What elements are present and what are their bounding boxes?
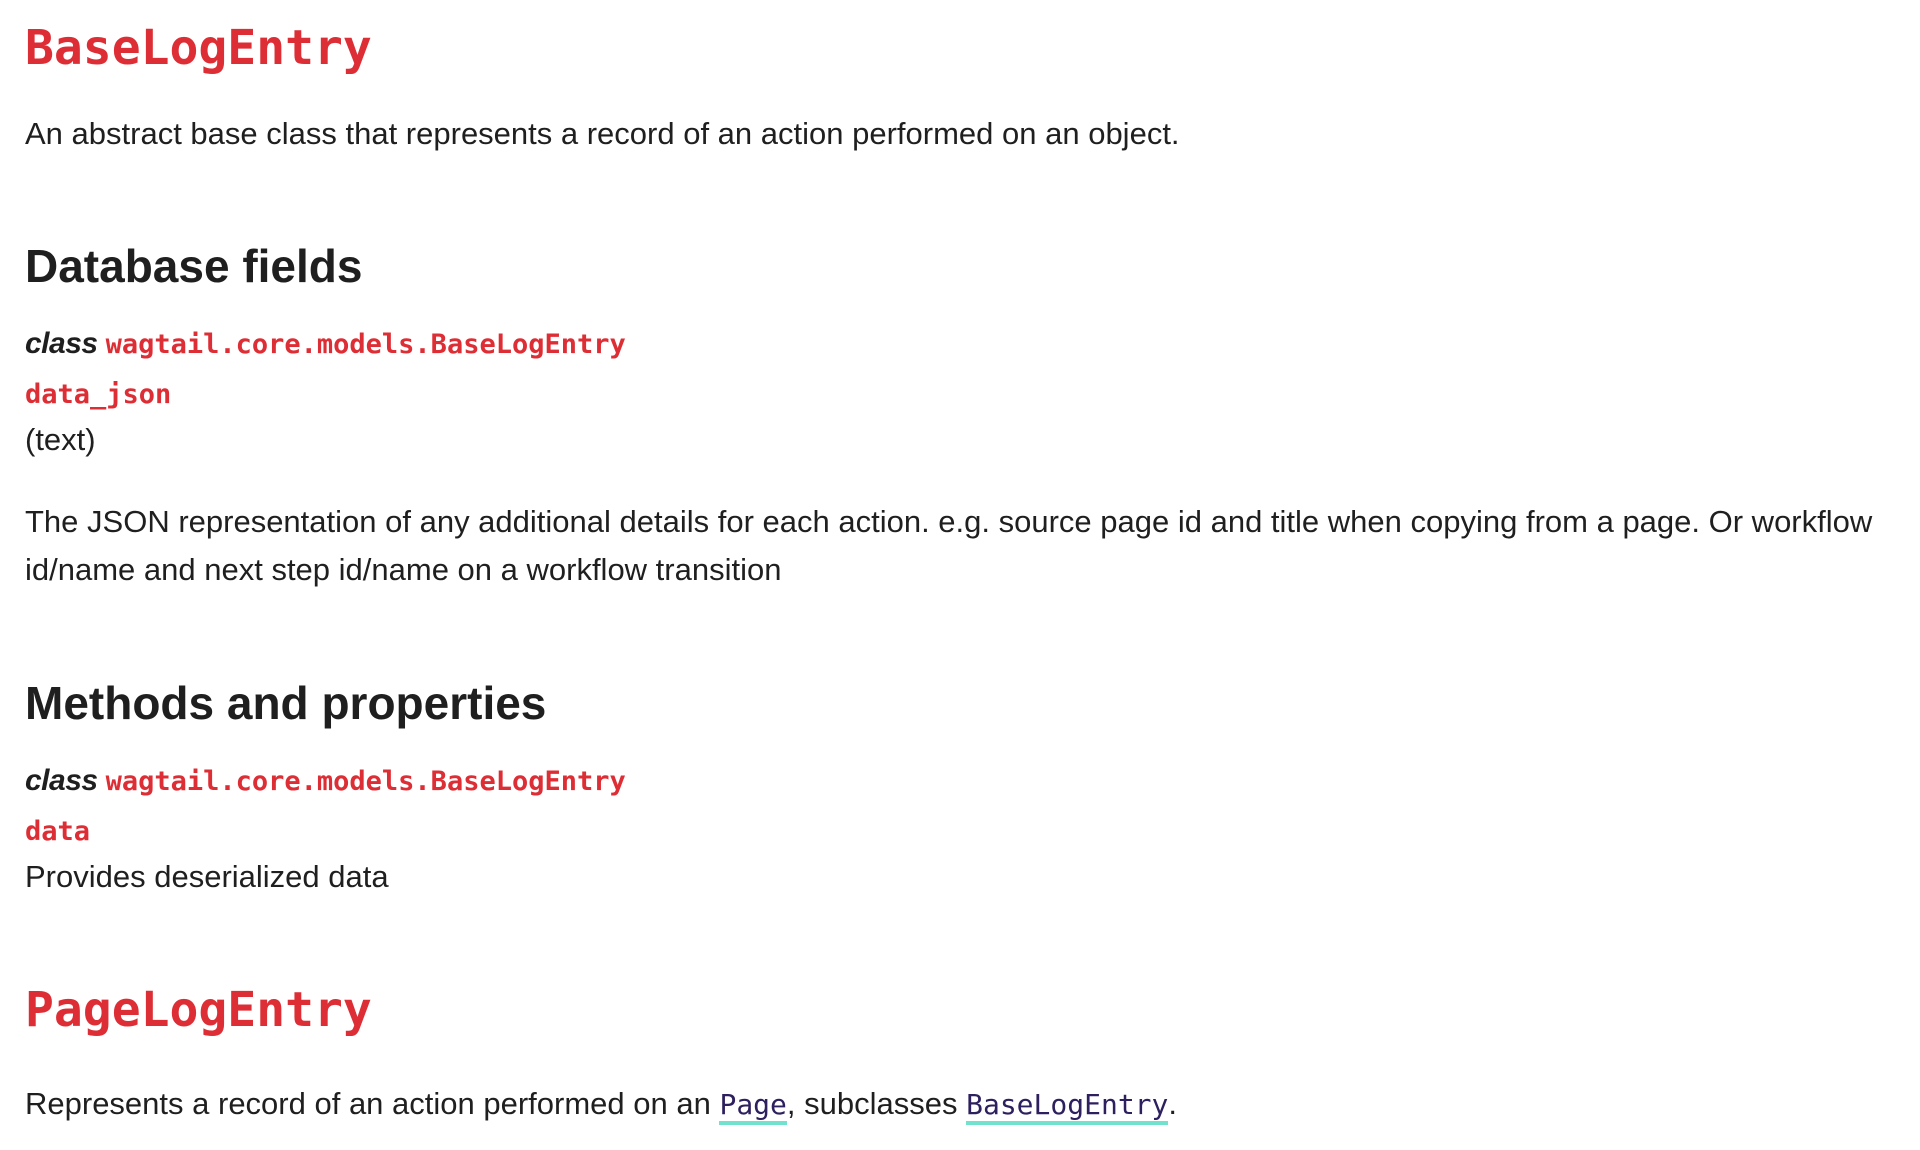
attribute-name-data: data	[25, 816, 91, 847]
description-text: , subclasses	[786, 1086, 967, 1121]
class-keyword: class	[25, 327, 98, 360]
class-signature: class wagtail.core.models.BaseLogEntry	[25, 322, 626, 371]
field-description-line-1: The JSON representation of any additiona…	[25, 504, 1873, 539]
attribute-description: Provides deserialized data	[25, 859, 389, 894]
baselogentry-heading: BaseLogEntry	[25, 20, 372, 76]
class-signature: class wagtail.core.models.BaseLogEntry	[25, 759, 626, 808]
methods-properties-heading: Methods and properties	[25, 677, 547, 729]
baselogentry-link[interactable]: BaseLogEntry	[966, 1088, 1169, 1125]
class-keyword: class	[25, 764, 98, 797]
field-type: (text)	[25, 422, 96, 457]
pagelogentry-heading: PageLogEntry	[25, 982, 372, 1038]
class-path: wagtail.core.models.BaseLogEntry	[105, 766, 626, 797]
class-path: wagtail.core.models.BaseLogEntry	[105, 329, 626, 360]
field-description-line-2: id/name and next step id/name on a workf…	[25, 552, 782, 587]
pagelogentry-description: Represents a record of an action perform…	[25, 1080, 1177, 1129]
baselogentry-intro: An abstract base class that represents a…	[25, 116, 1180, 151]
description-text: .	[1168, 1086, 1178, 1121]
description-text: Represents a record of an action perform…	[25, 1086, 720, 1121]
page-link[interactable]: Page	[719, 1088, 787, 1125]
field-name-data-json: data_json	[25, 379, 172, 410]
database-fields-heading: Database fields	[25, 240, 363, 292]
